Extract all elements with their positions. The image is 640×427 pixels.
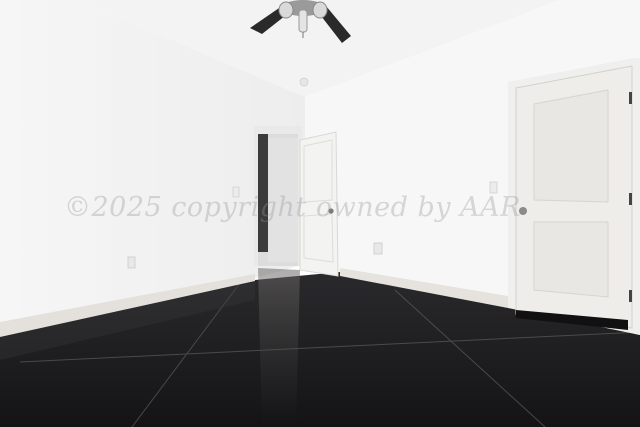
door-hinge-mid [629,193,632,205]
outlet-right [373,242,383,255]
closed-door-top-panel [533,89,609,203]
door-hinge-bottom [629,290,632,302]
closed-door-bottom-panel [533,221,609,298]
fan-light-2 [312,1,328,19]
outlet-left [127,256,136,269]
smoke-detector [299,77,309,87]
door-hinge-top [629,92,632,104]
fan-light-3 [298,9,308,33]
fan-light-1 [278,1,294,19]
watermark-text: ©2025 copyright owned by AAR [64,192,521,223]
room-photo: ©2025 copyright owned by AAR [0,0,640,427]
door-reflection [258,268,300,427]
